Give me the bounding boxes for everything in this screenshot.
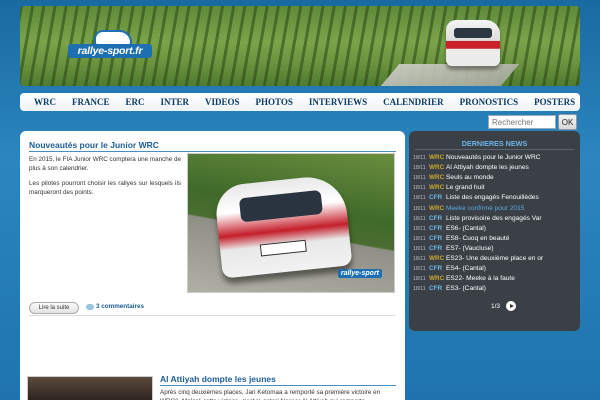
news-title[interactable]: Meeke confirmé pour 2015 xyxy=(446,204,524,214)
news-item[interactable]: 18/11 WRC Al Attiyah dompte les jeunes xyxy=(413,163,578,173)
main-nav: WRC FRANCE ERC INTER VIDEOS PHOTOS INTER… xyxy=(20,93,580,111)
news-item[interactable]: 18/11 WRC ES23- Une deuxième place en or xyxy=(413,254,578,264)
read-more-button[interactable]: Lire la suite xyxy=(29,302,79,314)
news-date: 18/11 xyxy=(413,255,426,262)
news-title[interactable]: ES4- (Cantal) xyxy=(446,264,486,274)
title-divider xyxy=(160,385,396,386)
news-title[interactable]: ES3- (Cantal) xyxy=(446,284,486,294)
nav-item-posters[interactable]: POSTERS xyxy=(526,97,583,107)
banner-road xyxy=(380,64,520,86)
news-date: 18/11 xyxy=(413,245,426,252)
banner-rally-car xyxy=(446,20,500,66)
news-item[interactable]: 18/11 CFR ES3- (Cantal) xyxy=(413,284,578,294)
news-category: CFR xyxy=(429,285,443,293)
article-paragraph: Les pilotes pourront choisir les rallyes… xyxy=(29,180,181,196)
title-divider xyxy=(29,151,396,152)
nav-item-wrc[interactable]: WRC xyxy=(26,97,64,107)
rally-car-image xyxy=(213,173,353,279)
news-title[interactable]: Liste des engagés Fenouillèdes xyxy=(446,193,539,203)
news-date: 18/11 xyxy=(413,155,426,162)
news-date: 18/11 xyxy=(413,235,426,242)
header-banner: rallye-sport.fr xyxy=(20,6,580,86)
site-logo[interactable]: rallye-sport.fr xyxy=(68,28,152,68)
news-date: 18/11 xyxy=(413,185,426,192)
news-title[interactable]: Le grand huit xyxy=(446,183,485,193)
nav-item-calendrier[interactable]: CALENDRIER xyxy=(375,97,452,107)
article-excerpt: En 2015, le FIA Junior WRC comptera une … xyxy=(29,155,181,203)
news-date: 18/11 xyxy=(413,165,426,172)
sidebar-divider xyxy=(415,149,574,150)
nav-item-videos[interactable]: VIDEOS xyxy=(197,97,248,107)
nav-item-interviews[interactable]: INTERVIEWS xyxy=(301,97,375,107)
news-item[interactable]: 18/11 WRC Seuls au monde xyxy=(413,173,578,183)
article-photo[interactable]: rallye-sport xyxy=(187,153,395,293)
latest-news-panel: DERNIERES NEWS 18/11 WRC Nouveautés pour l… xyxy=(409,131,580,331)
article-divider xyxy=(29,315,396,316)
news-category: WRC xyxy=(429,174,445,182)
news-date: 18/11 xyxy=(413,205,426,212)
news-date: 18/11 xyxy=(413,286,426,293)
news-title[interactable]: ES8- Cuoq en beauté xyxy=(446,234,509,244)
news-category: WRC xyxy=(429,164,445,172)
photo-watermark: rallye-sport xyxy=(337,269,382,278)
comments-count: 3 commentaires xyxy=(96,303,144,310)
news-item[interactable]: 18/11 CFR ES6- (Cantal) xyxy=(413,224,578,234)
news-item[interactable]: 18/11 WRC Meeke confirmé pour 2015 xyxy=(413,203,578,213)
news-title[interactable]: ES22- Meeke à la faute xyxy=(446,274,515,284)
news-category: CFR xyxy=(429,234,443,242)
news-title[interactable]: ES23- Une deuxième place en or xyxy=(446,254,543,264)
article2-excerpt: Après cinq deuxièmes places, Jari Ketoma… xyxy=(160,389,381,400)
news-category: WRC xyxy=(429,184,445,192)
main-content: Nouveautés pour le Junior WRC En 2015, l… xyxy=(20,131,405,400)
news-category: CFR xyxy=(429,265,443,273)
search-button[interactable]: OK xyxy=(558,114,577,130)
search-input[interactable] xyxy=(488,115,556,129)
nav-item-erc[interactable]: ERC xyxy=(118,97,153,107)
nav-item-pronostics[interactable]: PRONOSTICS xyxy=(452,97,527,107)
news-date: 18/11 xyxy=(413,215,426,222)
news-category: WRC xyxy=(429,154,445,162)
news-title[interactable]: ES7- (Vaucluse) xyxy=(446,244,494,254)
nav-item-france[interactable]: FRANCE xyxy=(64,97,118,107)
news-item[interactable]: 18/11 CFR ES8- Cuoq en beauté xyxy=(413,234,578,244)
news-date: 18/11 xyxy=(413,225,426,232)
news-pager: 1/3 xyxy=(491,301,517,311)
article-title[interactable]: Nouveautés pour le Junior WRC xyxy=(29,140,159,150)
news-title[interactable]: Seuls au monde xyxy=(446,173,494,183)
nav-item-photos[interactable]: PHOTOS xyxy=(248,97,301,107)
news-category: CFR xyxy=(429,224,443,232)
news-item[interactable]: 18/11 CFR ES7- (Vaucluse) xyxy=(413,244,578,254)
news-list: 18/11 WRC Nouveautés pour le Junior WRC 18/… xyxy=(413,153,578,294)
news-title[interactable]: Liste provisoire des engagés Var xyxy=(446,214,542,224)
news-item[interactable]: 18/11 WRC Nouveautés pour le Junior WRC xyxy=(413,153,578,163)
news-title[interactable]: Nouveautés pour le Junior WRC xyxy=(446,153,541,163)
news-category: CFR xyxy=(429,214,443,222)
news-category: CFR xyxy=(429,194,443,202)
news-date: 18/11 xyxy=(413,175,426,182)
news-category: WRC xyxy=(429,275,445,283)
news-item[interactable]: 18/11 CFR Liste provisoire des engagés Var xyxy=(413,214,578,224)
logo-text: rallye-sport.fr xyxy=(68,44,152,58)
comments-link[interactable]: 3 commentaires xyxy=(86,303,144,310)
nav-item-inter[interactable]: INTER xyxy=(153,97,198,107)
latest-news-title: DERNIERES NEWS xyxy=(461,139,528,148)
pager-text: 1/3 xyxy=(491,302,501,310)
article2-photo[interactable] xyxy=(27,376,153,400)
news-date: 18/11 xyxy=(413,266,426,273)
news-item[interactable]: 18/11 WRC ES22- Meeke à la faute xyxy=(413,274,578,284)
news-date: 18/11 xyxy=(413,195,426,202)
news-title[interactable]: ES6- (Cantal) xyxy=(446,224,486,234)
news-item[interactable]: 18/11 CFR ES4- (Cantal) xyxy=(413,264,578,274)
article2-title[interactable]: Al Attiyah dompte les jeunes xyxy=(160,374,276,384)
article-paragraph: En 2015, le FIA Junior WRC comptera une … xyxy=(29,156,181,172)
next-page-icon[interactable] xyxy=(506,301,517,311)
news-category: CFR xyxy=(429,244,443,252)
news-category: WRC xyxy=(429,254,445,262)
news-date: 18/11 xyxy=(413,276,426,283)
news-title[interactable]: Al Attiyah dompte les jeunes xyxy=(446,163,529,173)
comment-bubble-icon xyxy=(86,303,94,310)
news-item[interactable]: 18/11 CFR Liste des engagés Fenouillèdes xyxy=(413,193,578,203)
news-category: WRC xyxy=(429,204,445,212)
news-item[interactable]: 18/11 WRC Le grand huit xyxy=(413,183,578,193)
